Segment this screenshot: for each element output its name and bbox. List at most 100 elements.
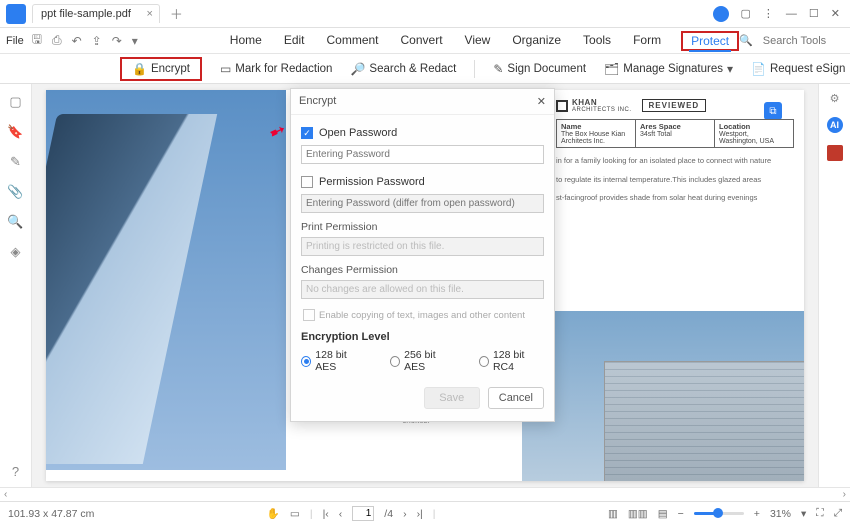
open-password-checkbox[interactable]: ✓ [301,127,313,139]
prev-page-icon[interactable]: ‹ [339,508,343,520]
close-tab-icon[interactable]: × [146,8,152,20]
attachments-icon[interactable]: 📎 [7,184,23,200]
mark-redaction-button[interactable]: ▭ Mark for Redaction [220,62,333,76]
zoom-out-icon[interactable]: − [678,508,684,520]
zoom-in-icon[interactable]: + [754,508,760,520]
tab-organize[interactable]: Organize [510,31,563,51]
search-tools-input[interactable] [763,35,850,47]
redo-icon[interactable]: ↷ [112,34,122,48]
reviewed-stamp: REVIEWED [642,99,707,112]
layers-icon[interactable]: ◈ [11,244,21,260]
sign-icon: ✎ [493,62,503,76]
continuous-icon[interactable]: ▤ [658,508,668,520]
zoom-dropdown-icon[interactable]: ▾ [801,508,806,520]
minimize-icon[interactable]: — [786,8,797,20]
building-graphic-2 [604,361,804,481]
annotations-icon[interactable]: ✎ [10,154,21,170]
permission-password-input [301,194,544,213]
file-menu[interactable]: File [6,35,24,47]
encryption-level-label: Encryption Level [301,331,544,343]
share-icon[interactable]: ⇪ [92,34,102,48]
menu-bar: File 🖫 ⎙ ↶ ⇪ ↷ ▾ Home Edit Comment Conve… [0,28,850,54]
select-tool-icon[interactable]: ▭ [290,508,300,520]
cancel-button[interactable]: Cancel [488,387,544,409]
scroll-right-icon[interactable]: › [839,488,850,501]
help-icon[interactable]: ? [12,464,19,479]
next-page-icon[interactable]: › [403,508,407,520]
search-redact-button[interactable]: 🔎 Search & Redact [350,62,456,76]
manage-signatures-label: Manage Signatures [623,63,723,75]
tab-comment[interactable]: Comment [325,31,381,51]
close-window-icon[interactable]: ✕ [831,7,840,20]
main-tabs: Home Edit Comment Convert View Organize … [228,31,739,51]
col-location-header: Location [719,122,789,131]
fit-width-icon[interactable]: ⛶ [816,507,823,520]
cursor-coords: 101.93 x 47.87 cm [8,508,94,520]
save-icon[interactable]: 🖫 [32,30,42,51]
page-number-input[interactable] [352,506,374,521]
radio-128-aes[interactable]: 128 bit AES [301,349,366,373]
manage-signatures-button[interactable]: 🗂 Manage Signatures ▾ [604,62,733,76]
search-icon[interactable]: 🔍 [739,34,753,47]
single-page-icon[interactable]: ▥ [608,508,618,520]
encrypt-button[interactable]: 🔒 Encrypt [120,57,202,81]
account-icon[interactable] [713,6,729,22]
hero-image-left [46,90,286,470]
radio-128-rc4[interactable]: 128 bit RC4 [479,349,544,373]
radio-256-aes[interactable]: 256 bit AES [390,349,455,373]
brand-name: KHAN [572,98,632,107]
horizontal-scrollbar[interactable]: ‹ › [0,487,850,501]
quick-access-toolbar: 🖫 ⎙ ↶ ⇪ ↷ ▾ [32,30,138,51]
scroll-left-icon[interactable]: ‹ [0,488,11,501]
properties-icon[interactable]: ⚙ [830,92,840,105]
permission-password-checkbox[interactable] [301,176,313,188]
enable-copy-checkbox [303,309,315,321]
dropdown-icon[interactable]: ▾ [132,34,138,48]
zoom-slider[interactable] [694,512,744,515]
tab-view[interactable]: View [463,31,493,51]
last-page-icon[interactable]: ›| [417,508,423,520]
tab-convert[interactable]: Convert [399,31,445,51]
restore-window-icon[interactable]: ▢ [741,7,751,20]
fullscreen-icon[interactable]: ⤢ [834,507,842,520]
info-table: NameThe Box House Kian Architects Inc. A… [556,119,794,148]
tab-home[interactable]: Home [228,31,264,51]
sign-document-label: Sign Document [507,63,586,75]
save-button[interactable]: Save [424,387,480,409]
status-bar: 101.93 x 47.87 cm ✋ ▭ | |‹ ‹ /4 › ›| | ▥… [0,501,850,525]
doc-p1: in for a family looking for an isolated … [556,156,794,167]
ai-icon[interactable]: AI [827,117,843,133]
radio-128-rc4-label: 128 bit RC4 [493,349,544,373]
app-badge-icon[interactable] [827,145,843,161]
radio-dot-icon [390,356,400,367]
two-page-icon[interactable]: ▥▥ [628,508,648,520]
print-icon[interactable]: ⎙ [52,33,62,48]
first-page-icon[interactable]: |‹ [323,508,329,520]
bookmarks-icon[interactable]: 🔖 [7,124,23,140]
permission-password-label: Permission Password [319,176,425,188]
protect-ribbon: 🔒 Encrypt ▭ Mark for Redaction 🔎 Search … [0,54,850,84]
undo-icon[interactable]: ↶ [72,34,82,48]
tab-protect[interactable]: Protect [689,32,731,52]
manage-sign-icon: 🗂 [604,62,619,76]
request-esign-button[interactable]: 📄 Request eSign [751,62,845,76]
kebab-menu-icon[interactable]: ⋮ [763,7,774,20]
dialog-close-icon[interactable]: ✕ [537,95,546,108]
hand-tool-icon[interactable]: ✋ [267,507,280,520]
title-bar: ppt file-sample.pdf × ＋ ▢ ⋮ — ☐ ✕ [0,0,850,28]
khan-logo: KHAN ARCHITECTS INC. [556,98,632,113]
enable-copy-label: Enable copying of text, images and other… [319,310,525,321]
tab-tools[interactable]: Tools [581,31,613,51]
khan-logo-icon [556,100,568,112]
new-tab-button[interactable]: ＋ [170,4,183,23]
open-password-input[interactable] [301,145,544,164]
thumbnails-icon[interactable]: ▢ [9,94,21,110]
search-panel-icon[interactable]: 🔍 [7,214,23,230]
tab-form[interactable]: Form [631,31,663,51]
maximize-icon[interactable]: ☐ [809,7,819,20]
document-tab[interactable]: ppt file-sample.pdf × [32,4,160,23]
tab-edit[interactable]: Edit [282,31,307,51]
sign-document-button[interactable]: ✎ Sign Document [493,62,586,76]
zoom-value: 31% [770,508,791,520]
lock-icon: 🔒 [132,62,147,76]
